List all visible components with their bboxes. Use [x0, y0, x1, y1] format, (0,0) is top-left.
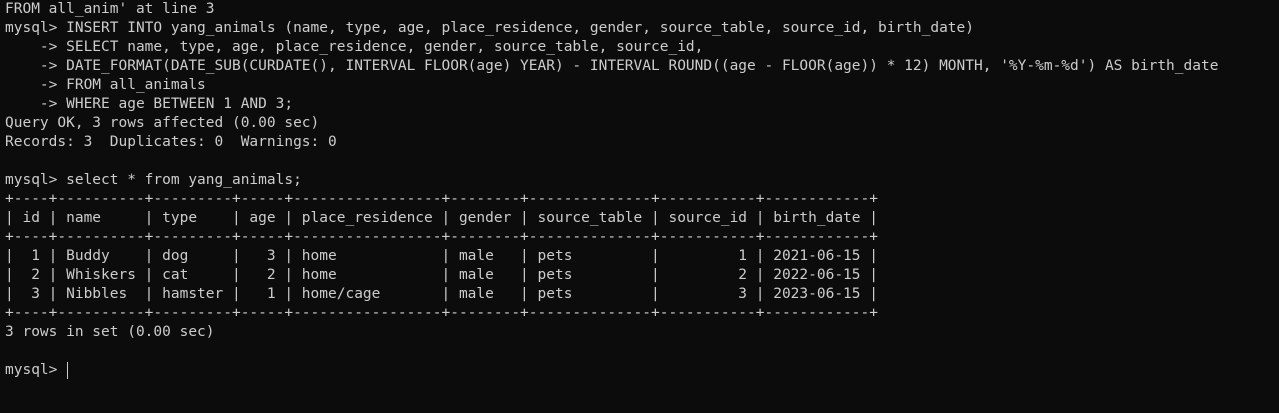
- table-border: +----+----------+---------+-----+-------…: [5, 191, 878, 207]
- terminal-line: 3 rows in set (0.00 sec): [5, 324, 215, 340]
- terminal-line: -> FROM all_animals: [5, 77, 206, 93]
- terminal-line: mysql> select * from yang_animals;: [5, 172, 302, 188]
- terminal-line: Query OK, 3 rows affected (0.00 sec): [5, 115, 320, 131]
- terminal-line: Records: 3 Duplicates: 0 Warnings: 0: [5, 134, 337, 150]
- command-input-line[interactable]: mysql>: [5, 361, 1279, 380]
- table-row: | 2 | Whiskers | cat | 2 | home | male |…: [5, 267, 878, 283]
- table-header-row: | id | name | type | age | place_residen…: [5, 210, 878, 226]
- terminal-window[interactable]: FROM all_anim' at line 3 mysql> INSERT I…: [0, 0, 1279, 413]
- table-row: | 3 | Nibbles | hamster | 1 | home/cage …: [5, 286, 878, 302]
- text-cursor: [67, 362, 69, 379]
- terminal-line: FROM all_anim' at line 3: [5, 1, 215, 17]
- table-border: +----+----------+---------+-----+-------…: [5, 229, 878, 245]
- table-border: +----+----------+---------+-----+-------…: [5, 305, 878, 321]
- table-row: | 1 | Buddy | dog | 3 | home | male | pe…: [5, 248, 878, 264]
- terminal-line: mysql> INSERT INTO yang_animals (name, t…: [5, 20, 975, 36]
- terminal-line: -> WHERE age BETWEEN 1 AND 3;: [5, 96, 294, 112]
- terminal-line: -> DATE_FORMAT(DATE_SUB(CURDATE(), INTER…: [5, 58, 1219, 74]
- mysql-prompt: mysql>: [5, 362, 67, 378]
- terminal-line: -> SELECT name, type, age, place_residen…: [5, 39, 704, 55]
